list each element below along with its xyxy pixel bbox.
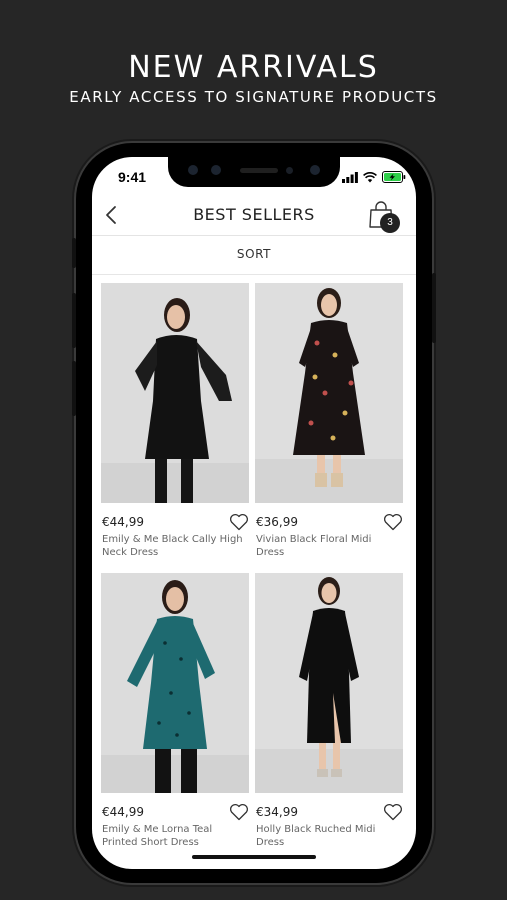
product-name[interactable]: Emily & Me Lorna Teal Printed Short Dres… xyxy=(102,823,248,849)
sort-bar: SORT xyxy=(92,236,416,275)
sort-button[interactable]: SORT xyxy=(92,247,416,261)
model-photo xyxy=(255,283,403,503)
navigation-bar: BEST SELLERS 3 xyxy=(92,195,416,236)
camera-icon xyxy=(188,165,198,175)
face-id-icon xyxy=(310,165,320,175)
product-card[interactable]: €44,99 Emily & Me Lorna Teal Printed Sho… xyxy=(101,573,249,848)
power-button xyxy=(432,273,436,343)
signal-icon xyxy=(342,171,358,183)
product-price: €34,99 xyxy=(256,805,298,819)
wishlist-heart-icon[interactable] xyxy=(383,513,403,531)
product-image[interactable] xyxy=(255,283,403,503)
model-photo xyxy=(101,573,249,793)
product-name[interactable]: Emily & Me Black Cally High Neck Dress xyxy=(102,533,248,559)
model-photo xyxy=(255,573,403,793)
sensor-dot xyxy=(286,167,293,174)
sensor-icon xyxy=(211,165,221,175)
product-image[interactable] xyxy=(255,573,403,793)
product-name[interactable]: Vivian Black Floral Midi Dress xyxy=(256,533,402,559)
promo-subtitle: EARLY ACCESS TO SIGNATURE PRODUCTS xyxy=(69,88,438,106)
wifi-icon xyxy=(363,171,377,182)
phone-screen: 9:41 BEST SELLERS 3 SORT €44,99 Emily & … xyxy=(92,157,416,869)
product-card[interactable]: €44,99 Emily & Me Black Cally High Neck … xyxy=(101,283,249,558)
product-price: €44,99 xyxy=(102,515,144,529)
product-image[interactable] xyxy=(101,283,249,503)
notch xyxy=(168,157,340,187)
speaker-grille xyxy=(240,168,278,173)
status-icons xyxy=(342,171,406,183)
cart-count-badge: 3 xyxy=(380,213,400,233)
battery-charging-icon xyxy=(382,171,406,183)
wishlist-heart-icon[interactable] xyxy=(229,803,249,821)
product-image[interactable] xyxy=(101,573,249,793)
product-card[interactable]: €36,99 Vivian Black Floral Midi Dress xyxy=(255,283,403,558)
wishlist-heart-icon[interactable] xyxy=(229,513,249,531)
phone-frame: 9:41 BEST SELLERS 3 SORT €44,99 Emily & … xyxy=(72,143,436,883)
product-name[interactable]: Holly Black Ruched Midi Dress xyxy=(256,823,402,849)
silent-switch xyxy=(72,238,76,268)
promo-title: NEW ARRIVALS xyxy=(128,50,379,85)
volume-down-button xyxy=(72,361,76,416)
model-photo xyxy=(101,283,249,503)
product-card[interactable]: €34,99 Holly Black Ruched Midi Dress xyxy=(255,573,403,848)
status-time: 9:41 xyxy=(118,169,147,185)
home-indicator[interactable] xyxy=(192,855,316,859)
product-price: €44,99 xyxy=(102,805,144,819)
wishlist-heart-icon[interactable] xyxy=(383,803,403,821)
cart-button[interactable]: 3 xyxy=(368,199,404,233)
product-price: €36,99 xyxy=(256,515,298,529)
volume-up-button xyxy=(72,293,76,348)
